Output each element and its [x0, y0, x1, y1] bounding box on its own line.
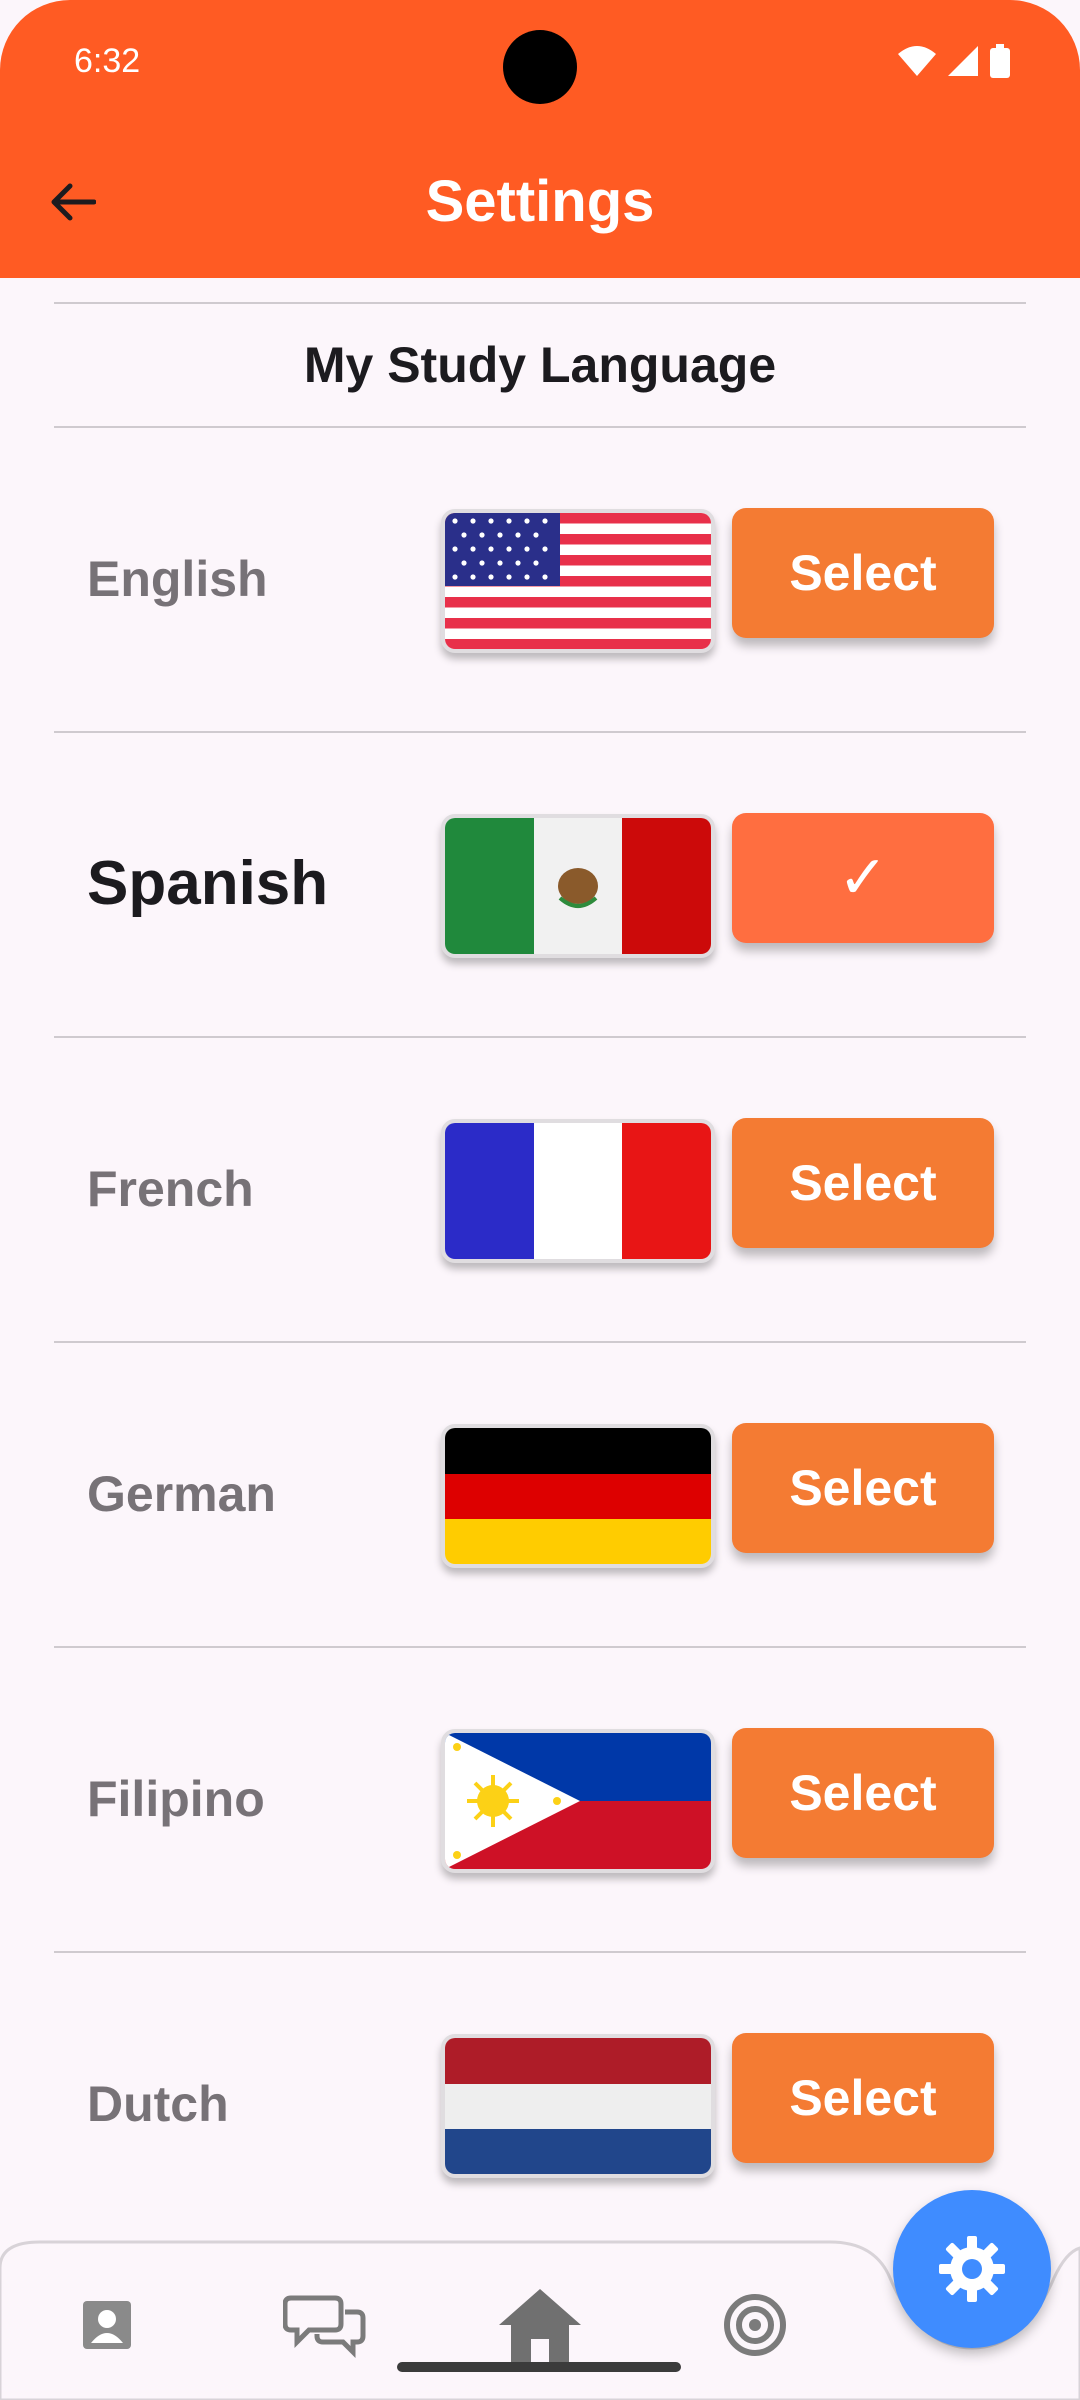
- chat-icon: [283, 2295, 366, 2359]
- battery-icon: [990, 44, 1010, 78]
- nav-profile[interactable]: [52, 2280, 162, 2370]
- language-row-english: English Select: [54, 426, 1026, 733]
- us-flag-icon: [441, 509, 715, 653]
- status-icons: [898, 44, 1010, 78]
- select-french-button[interactable]: Select: [732, 1118, 994, 1248]
- language-row-dutch: Dutch Select: [54, 1951, 1026, 2238]
- profile-icon: [83, 2301, 131, 2349]
- language-row-german: German Select: [54, 1341, 1026, 1648]
- language-row-filipino: Filipino Select: [54, 1646, 1026, 1953]
- select-german-button[interactable]: Select: [732, 1423, 994, 1553]
- settings-content[interactable]: My Study Language English Select Spanish…: [0, 278, 1080, 2238]
- wifi-icon: [898, 46, 936, 76]
- status-time: 6:32: [74, 42, 141, 80]
- nav-chat[interactable]: [270, 2280, 380, 2370]
- select-dutch-button[interactable]: Select: [732, 2033, 994, 2163]
- home-icon: [499, 2289, 581, 2363]
- section-title: My Study Language: [54, 302, 1026, 428]
- language-row-spanish: Spanish ✓: [54, 731, 1026, 1038]
- france-flag-icon: [441, 1119, 715, 1263]
- language-name: Spanish: [87, 849, 329, 918]
- settings-fab[interactable]: [893, 2190, 1051, 2348]
- mexico-flag-icon: [441, 814, 715, 958]
- language-name: Dutch: [87, 2075, 229, 2132]
- camera-cutout: [503, 30, 577, 104]
- nav-home[interactable]: [485, 2280, 595, 2370]
- language-row-french: French Select: [54, 1036, 1026, 1343]
- netherlands-flag-icon: [441, 2034, 715, 2178]
- language-name: French: [87, 1160, 254, 1217]
- language-name: English: [87, 550, 268, 607]
- home-indicator[interactable]: [397, 2362, 681, 2372]
- page-title: Settings: [425, 169, 655, 234]
- selected-spanish-button[interactable]: ✓: [732, 813, 994, 943]
- app-bar: 6:32 Settings: [0, 0, 1080, 278]
- signal-icon: [948, 46, 978, 76]
- language-name: German: [87, 1465, 276, 1522]
- language-name: Filipino: [87, 1770, 265, 1827]
- germany-flag-icon: [441, 1424, 715, 1568]
- nav-goals[interactable]: [700, 2280, 810, 2370]
- gear-icon: [939, 2236, 1005, 2302]
- select-english-button[interactable]: Select: [732, 508, 994, 638]
- select-filipino-button[interactable]: Select: [732, 1728, 994, 1858]
- target-icon: [724, 2294, 786, 2356]
- philippines-flag-icon: [441, 1729, 715, 1873]
